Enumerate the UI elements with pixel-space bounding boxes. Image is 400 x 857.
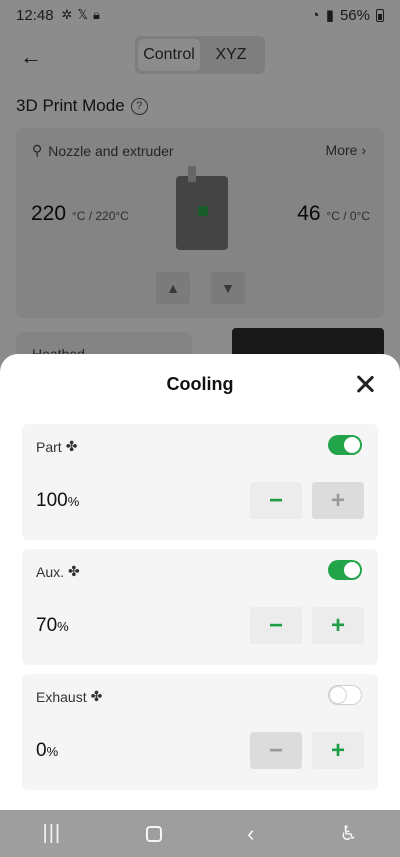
- sheet-title: Cooling: [166, 374, 234, 394]
- part-fan-toggle[interactable]: [328, 435, 362, 455]
- fan-card-part: Part ✤ 100% − +: [22, 424, 378, 540]
- fan-value-number: 70: [36, 615, 58, 636]
- toggle-knob: [344, 562, 360, 578]
- home-icon[interactable]: [146, 825, 163, 842]
- fan-card-aux: Aux. ✤ 70% − +: [22, 549, 378, 665]
- fan-value-aux: 70%: [36, 615, 69, 637]
- fan-value-number: 0: [36, 740, 47, 761]
- fan-label-text: Aux.: [36, 563, 65, 580]
- fan-value-number: 100: [36, 490, 68, 511]
- fan-value-part: 100%: [36, 490, 79, 512]
- fan-card-exhaust: Exhaust ✤ 0% − +: [22, 674, 378, 790]
- back-chevron-icon[interactable]: ‹: [247, 821, 254, 847]
- fan-value-unit: %: [57, 619, 69, 634]
- aux-increase-button[interactable]: +: [312, 607, 364, 644]
- fan-label-exhaust: Exhaust ✤: [36, 688, 102, 705]
- part-decrease-button[interactable]: −: [250, 482, 302, 519]
- exhaust-increase-button[interactable]: +: [312, 732, 364, 769]
- fan-icon: ✤: [68, 563, 80, 579]
- aux-fan-toggle[interactable]: [328, 560, 362, 580]
- aux-decrease-button[interactable]: −: [250, 607, 302, 644]
- fan-icon: ✤: [65, 438, 78, 454]
- accessibility-icon[interactable]: ♿︎: [340, 821, 358, 846]
- fan-value-exhaust: 0%: [36, 740, 58, 762]
- fan-label-aux: Aux. ✤: [36, 563, 80, 580]
- cooling-sheet: Cooling Part ✤ 100% − + Aux. ✤ 70% − + E…: [0, 354, 400, 810]
- toggle-knob: [344, 437, 360, 453]
- exhaust-fan-toggle[interactable]: [328, 685, 362, 705]
- fan-label-text: Exhaust: [36, 688, 87, 705]
- fan-value-unit: %: [46, 744, 59, 759]
- system-nav-bar: ||| ‹ ♿︎: [0, 810, 400, 857]
- recent-apps-icon[interactable]: |||: [43, 822, 62, 845]
- fan-icon: ✤: [90, 688, 103, 704]
- close-icon[interactable]: [356, 374, 374, 394]
- fan-value-unit: %: [67, 494, 80, 509]
- fan-label-text: Part: [36, 438, 62, 455]
- toggle-knob: [330, 687, 346, 703]
- part-increase-button[interactable]: +: [312, 482, 364, 519]
- exhaust-decrease-button[interactable]: −: [250, 732, 302, 769]
- fan-label-part: Part ✤: [36, 438, 77, 455]
